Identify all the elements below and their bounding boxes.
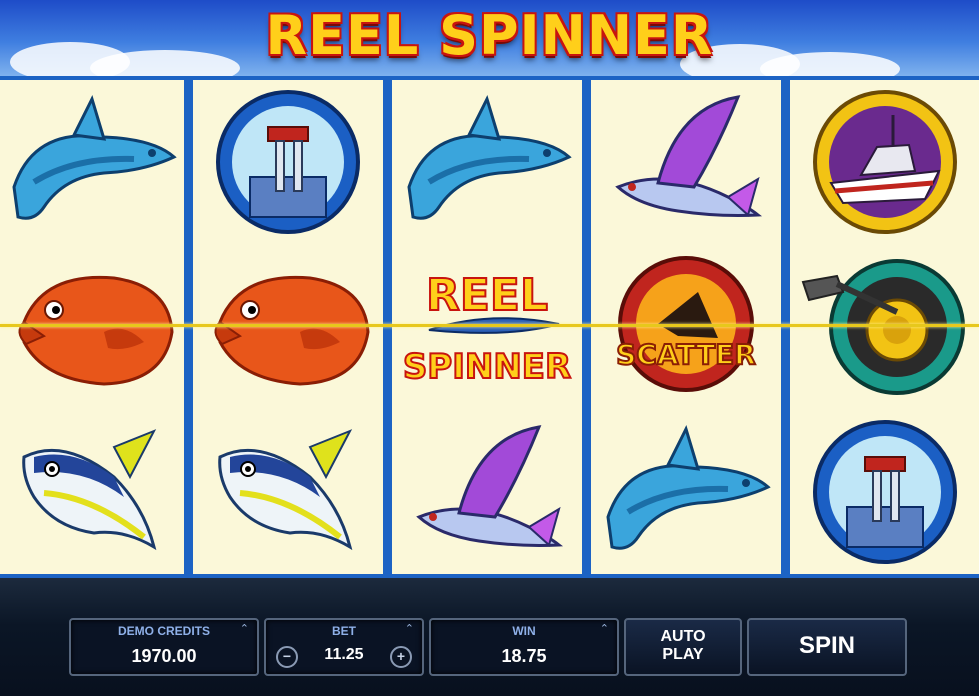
boat-throttle-icon <box>790 410 979 574</box>
sky-header: REEL SPINNER <box>0 0 979 76</box>
payline <box>0 324 979 327</box>
win-label: WIN <box>512 624 536 638</box>
credits-value: 1970.00 <box>131 646 197 666</box>
credits-panel[interactable]: DEMO CREDITS ⌃ 1970.00 <box>69 618 259 676</box>
reel-5 <box>790 80 979 574</box>
reel-2 <box>193 80 383 574</box>
spin-button[interactable]: SPIN <box>747 618 907 676</box>
red-grouper-icon <box>193 245 383 409</box>
barracuda-icon <box>0 80 184 244</box>
barracuda-icon <box>591 410 781 574</box>
wild-text-line2: SPINNER <box>403 347 571 387</box>
flying-fish-icon <box>591 80 781 244</box>
reel-spinner-wild-icon: REEL SPINNER <box>392 245 582 409</box>
chevron-up-icon[interactable]: ⌃ <box>240 622 249 635</box>
chevron-up-icon[interactable]: ⌃ <box>405 622 414 635</box>
bet-increase-button[interactable]: + <box>390 646 412 668</box>
chevron-up-icon[interactable]: ⌃ <box>600 622 609 635</box>
red-grouper-icon <box>0 245 184 409</box>
scatter-text: SCATTER <box>616 338 756 371</box>
autoplay-label-line2: PLAY <box>662 646 704 663</box>
wild-text-line1: REEL <box>426 270 548 321</box>
fishing-reel-icon <box>790 245 979 409</box>
barracuda-icon <box>392 80 582 244</box>
win-value: 18.75 <box>501 646 547 666</box>
bet-label: BET <box>332 624 356 638</box>
autoplay-button[interactable]: AUTO PLAY <box>624 618 742 676</box>
control-bar: DEMO CREDITS ⌃ 1970.00 BET ⌃ − 11.25 + W… <box>0 578 979 696</box>
reel-area: REEL SPINNER SCATTER <box>0 76 979 578</box>
flying-fish-icon <box>392 410 582 574</box>
bet-panel: BET ⌃ − 11.25 + <box>264 618 424 676</box>
yellowfin-tuna-icon <box>0 410 184 574</box>
yellowfin-tuna-icon <box>193 410 383 574</box>
boat-throttle-icon <box>193 80 383 244</box>
autoplay-label-line1: AUTO <box>660 628 706 645</box>
reel-1 <box>0 80 184 574</box>
game-logo-title: REEL SPINNER <box>265 4 714 67</box>
scatter-icon: SCATTER <box>591 245 781 409</box>
fishing-boat-icon <box>790 80 979 244</box>
reel-3: REEL SPINNER <box>392 80 582 574</box>
win-panel: WIN ⌃ 18.75 <box>429 618 619 676</box>
reel-4: SCATTER <box>591 80 781 574</box>
credits-label: DEMO CREDITS <box>117 624 210 638</box>
